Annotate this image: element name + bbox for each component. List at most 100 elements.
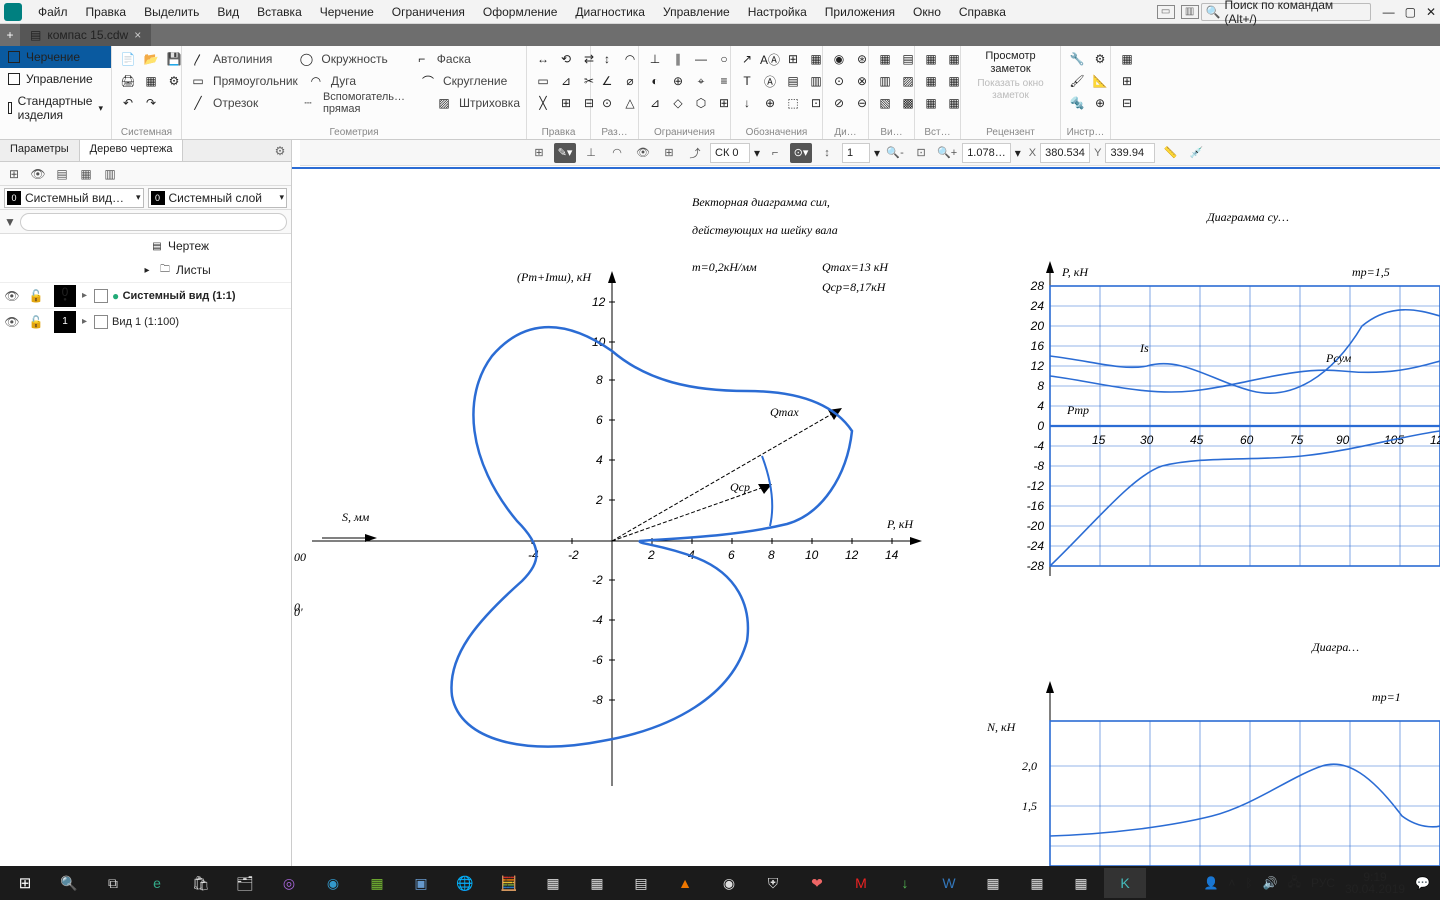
a11[interactable]: ⬚: [783, 93, 803, 113]
c7[interactable]: ⌖: [691, 71, 711, 91]
d1[interactable]: ↕: [597, 49, 617, 69]
wot-icon[interactable]: ⛨: [752, 868, 794, 898]
autoline-button[interactable]: Автолиния: [211, 52, 272, 66]
pen-icon[interactable]: ✎▾: [554, 143, 576, 163]
hatch-icon[interactable]: ▨: [434, 93, 454, 113]
edge-icon[interactable]: e: [136, 868, 178, 898]
app-icon[interactable]: ◉: [312, 868, 354, 898]
arc-button[interactable]: Дуга: [329, 74, 356, 88]
tree-t1[interactable]: ⊞: [4, 164, 24, 184]
d6[interactable]: △: [620, 93, 640, 113]
c10[interactable]: ◇: [668, 93, 688, 113]
axis-icon[interactable]: ⤴: [684, 143, 706, 163]
g3[interactable]: ⊙: [829, 71, 849, 91]
app-icon[interactable]: ◎: [268, 868, 310, 898]
i3[interactable]: ▦: [921, 71, 941, 91]
tab-tree[interactable]: Дерево чертежа: [80, 140, 184, 161]
tree-search[interactable]: [20, 213, 287, 231]
chamfer-button[interactable]: Фаска: [435, 52, 471, 66]
x3[interactable]: 🖌: [1067, 71, 1087, 91]
t8[interactable]: ⊞: [556, 93, 576, 113]
lock-icon[interactable]: 🔓: [24, 315, 48, 329]
perp-icon[interactable]: ⊥: [580, 143, 602, 163]
drawing-canvas[interactable]: Векторная диаграмма сил, действующих на …: [292, 166, 1440, 866]
c3[interactable]: —: [691, 49, 711, 69]
zoom-out-icon[interactable]: 🔍-: [884, 143, 906, 163]
start-button[interactable]: ⊞: [4, 868, 46, 898]
scale-icon[interactable]: ↕: [816, 143, 838, 163]
autoline-icon[interactable]: 〳: [188, 49, 208, 69]
chevron-up-icon[interactable]: ˄: [1228, 876, 1235, 890]
arc-icon[interactable]: ◠: [306, 71, 326, 91]
word-icon[interactable]: W: [928, 868, 970, 898]
fillet-button[interactable]: Скругление: [441, 74, 507, 88]
notif-icon[interactable]: 💬: [1415, 876, 1430, 890]
menu-apps[interactable]: Приложения: [817, 3, 903, 21]
auxline-button[interactable]: Вспомогатель… прямая: [321, 91, 426, 115]
tan-icon[interactable]: ◠: [606, 143, 628, 163]
mode-drawing[interactable]: Черчение: [0, 46, 111, 68]
command-search[interactable]: 🔍 Поиск по командам (Alt+/): [1201, 3, 1371, 21]
line-icon[interactable]: ╱: [188, 93, 208, 113]
menu-file[interactable]: Файл: [30, 3, 76, 21]
preview-button[interactable]: ▦: [141, 71, 161, 91]
close-button[interactable]: ✕: [1426, 5, 1436, 19]
bt-icon[interactable]: ᛒ: [1245, 876, 1252, 890]
menu-window[interactable]: Окно: [905, 3, 949, 21]
people-icon[interactable]: 👤: [1203, 876, 1218, 890]
lang-indicator[interactable]: РУС: [1311, 876, 1335, 890]
menu-edit[interactable]: Правка: [78, 3, 135, 21]
chrome-icon[interactable]: 🌐: [444, 868, 486, 898]
tab-params[interactable]: Параметры: [0, 140, 80, 161]
rect-icon[interactable]: ▭: [188, 71, 208, 91]
app-icon[interactable]: ▦: [972, 868, 1014, 898]
app-icon[interactable]: ▣: [400, 868, 442, 898]
app-icon[interactable]: ▦: [532, 868, 574, 898]
layout-2-icon[interactable]: ▥: [1181, 5, 1199, 19]
x4[interactable]: 📐: [1090, 71, 1110, 91]
zoom-fit-icon[interactable]: ⊡: [910, 143, 932, 163]
c11[interactable]: ⬡: [691, 93, 711, 113]
auxline-icon[interactable]: ┈: [298, 93, 318, 113]
store-icon[interactable]: 🛍: [180, 868, 222, 898]
chamfer-icon[interactable]: ⌐: [412, 49, 432, 69]
layout-1-icon[interactable]: ▭: [1157, 5, 1175, 19]
a1[interactable]: ↗: [737, 49, 757, 69]
net-icon[interactable]: 🖧: [1288, 873, 1301, 894]
layer-combo[interactable]: 0Системный слой▾: [148, 188, 288, 208]
c2[interactable]: ∥: [668, 49, 688, 69]
a7[interactable]: ▤: [783, 71, 803, 91]
open-file-button[interactable]: 📂: [141, 49, 161, 69]
measure-icon[interactable]: 📏: [1159, 143, 1181, 163]
eye-icon[interactable]: 👁: [632, 143, 654, 163]
i1[interactable]: ▦: [921, 49, 941, 69]
zoom-in-icon[interactable]: 🔍+: [936, 143, 958, 163]
t2[interactable]: ⟲: [556, 49, 576, 69]
new-file-button[interactable]: 📄: [118, 49, 138, 69]
g5[interactable]: ⊘: [829, 93, 849, 113]
app-icon[interactable]: ▦: [1060, 868, 1102, 898]
menu-view[interactable]: Вид: [209, 3, 247, 21]
e3[interactable]: ⊟: [1117, 93, 1137, 113]
tree-sheets[interactable]: ▸🗀Листы: [0, 258, 291, 282]
notes-title[interactable]: Просмотр заметок: [967, 48, 1054, 78]
mega-icon[interactable]: M: [840, 868, 882, 898]
d5[interactable]: ⊙: [597, 93, 617, 113]
menu-drawing[interactable]: Черчение: [312, 3, 382, 21]
y-field[interactable]: 339.94: [1105, 143, 1155, 163]
gear-icon[interactable]: ⚙: [269, 140, 291, 161]
a5[interactable]: T: [737, 71, 757, 91]
app-icon[interactable]: ▤: [620, 868, 662, 898]
app-icon[interactable]: ▦: [576, 868, 618, 898]
cs-field[interactable]: СК 0: [710, 143, 750, 163]
menu-select[interactable]: Выделить: [136, 3, 207, 21]
view-combo[interactable]: 0Системный вид…▾: [4, 188, 144, 208]
d2[interactable]: ◠: [620, 49, 640, 69]
circle-icon[interactable]: ◯: [296, 49, 316, 69]
d3[interactable]: ∠: [597, 71, 617, 91]
t1[interactable]: ↔: [533, 49, 553, 69]
a3[interactable]: ⊞: [783, 49, 803, 69]
undo-button[interactable]: ↶: [118, 93, 138, 113]
x5[interactable]: 🔩: [1067, 93, 1087, 113]
tree-view-system[interactable]: 👁🔓 0● ▸ ● Системный вид (1:1): [0, 282, 291, 308]
